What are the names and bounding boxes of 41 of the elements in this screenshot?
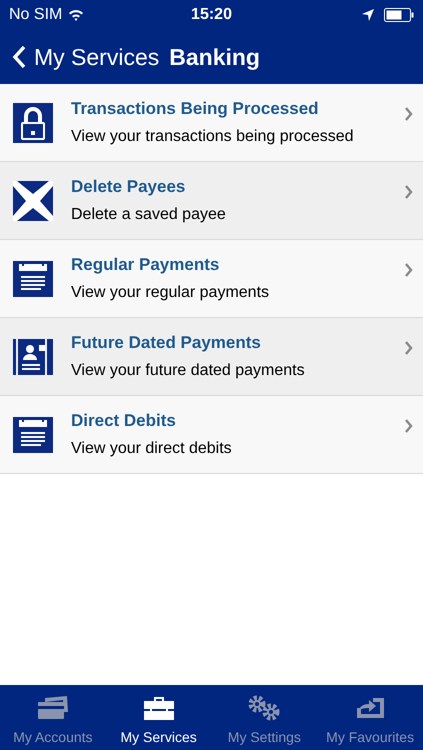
page-title: Banking <box>169 42 260 72</box>
calendar-icon <box>13 258 53 298</box>
location-arrow-icon <box>362 9 374 21</box>
menu-row[interactable]: Delete Payees Delete a saved payee <box>0 162 423 240</box>
padlock-icon <box>13 102 53 142</box>
row-title: Transactions Being Processed <box>71 98 320 120</box>
row-subtitle: View your future dated payments <box>71 360 306 381</box>
row-subtitle: Delete a saved payee <box>71 204 227 225</box>
chevron-right-icon <box>404 106 413 120</box>
cross-icon <box>13 180 53 220</box>
row-title: Regular Payments <box>71 254 220 276</box>
gears-icon <box>247 695 282 721</box>
tab[interactable]: My Accounts <box>0 685 106 750</box>
chevron-right-icon <box>404 340 413 354</box>
menu-row[interactable]: Transactions Being Processed View your transactions being processed <box>0 84 423 162</box>
row-subtitle: View your regular payments <box>71 282 270 303</box>
chevron-right-icon <box>404 262 413 276</box>
tab[interactable]: My Settings <box>212 685 318 750</box>
wifi-icon <box>68 9 84 21</box>
chevron-right-icon <box>404 184 413 198</box>
cards-icon <box>36 696 69 720</box>
id-card-icon <box>13 336 53 376</box>
tab[interactable]: My Services <box>106 685 212 750</box>
briefcase-icon <box>144 696 174 720</box>
battery-icon <box>384 8 414 22</box>
tab[interactable]: My Favourites <box>317 685 423 750</box>
chevron-right-icon <box>404 418 413 432</box>
arrow-into-box-icon <box>355 696 386 720</box>
row-subtitle: View your transactions being processed <box>71 126 355 147</box>
row-title: Direct Debits <box>71 410 177 432</box>
row-title: Delete Payees <box>71 176 186 198</box>
carrier-text: No SIM <box>9 5 62 25</box>
row-subtitle: View your direct debits <box>71 438 233 459</box>
row-title: Future Dated Payments <box>71 332 262 354</box>
menu-row[interactable]: Direct Debits View your direct debits <box>0 396 423 474</box>
clock-text: 15:20 <box>191 5 232 25</box>
calendar-icon <box>13 414 53 454</box>
back-button[interactable]: My Services <box>12 40 160 74</box>
menu-row[interactable]: Future Dated Payments View your future dated payments <box>0 318 423 396</box>
menu-row[interactable]: Regular Payments View your regular payments <box>0 240 423 318</box>
chevron-left-icon <box>12 45 26 69</box>
